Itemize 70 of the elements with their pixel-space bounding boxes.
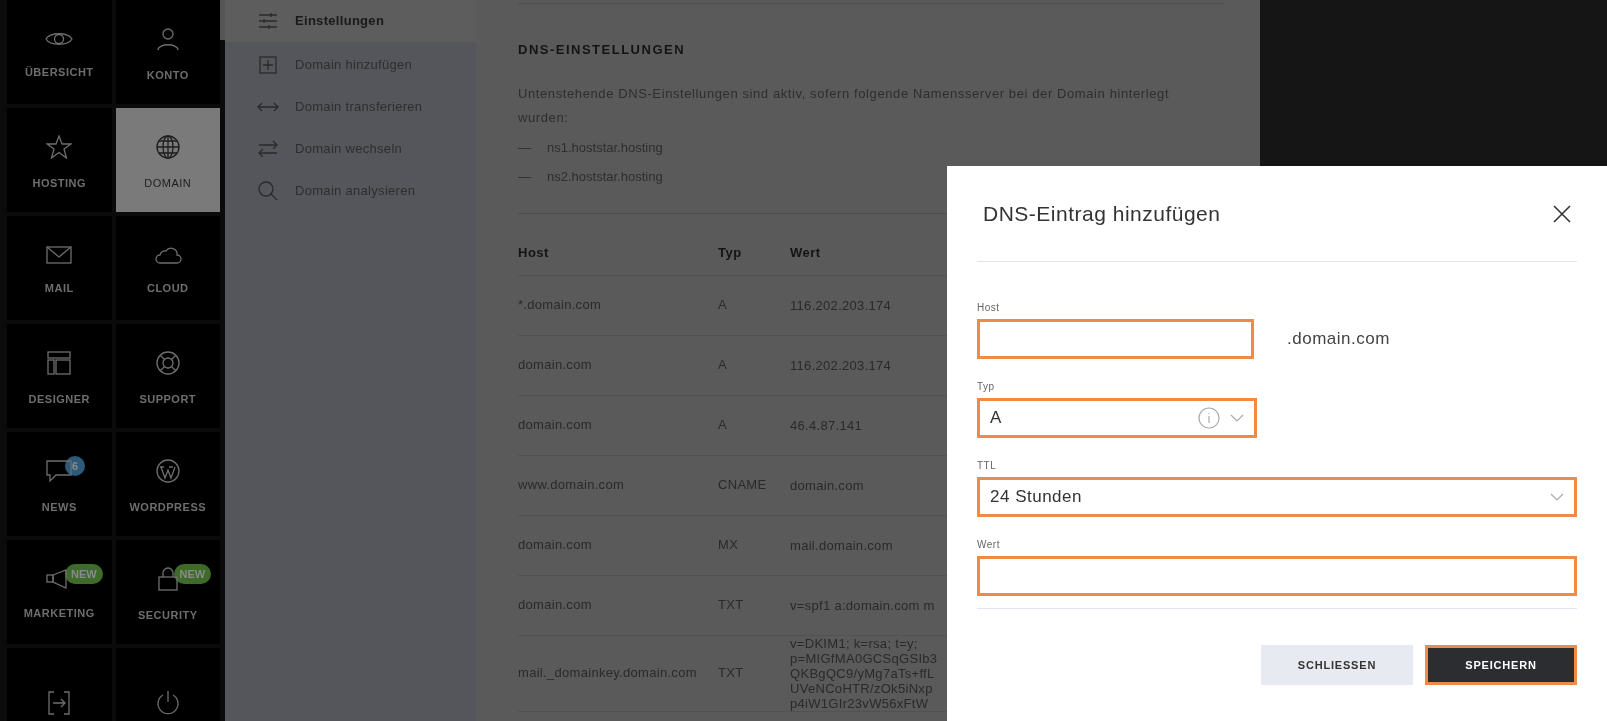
input-field[interactable] [977,319,1254,359]
tile-label: KONTO [146,67,189,83]
sidebar-tile[interactable]: SUPPORT [115,324,220,428]
submenu-item[interactable]: Einstellungen [225,0,476,42]
column-header: Wert [790,244,822,262]
field-label: Host [977,301,1001,315]
padlock-icon [157,566,178,591]
field-label: Typ [977,380,996,394]
layout-icon [47,350,72,375]
tile-label: SECURITY [137,607,198,623]
column-header: Typ [718,244,743,262]
field-label: TTL [977,459,998,473]
chevron-down-icon [1550,493,1564,501]
sidebar-tile[interactable]: DESIGNER [7,324,112,428]
tile-label: ÜBERSICHT [24,64,94,80]
save-button[interactable]: SPEICHERN [1425,645,1577,685]
close-button[interactable]: SCHLIESSEN [1261,645,1413,685]
close-icon[interactable] [1553,204,1571,223]
chevron-down-icon [1230,414,1244,422]
input-field[interactable] [977,556,1577,596]
field-label: Wert [977,538,1001,552]
sidebar-tile[interactable] [115,648,220,721]
dialog-title: DNS-Eintrag hinzufügen [982,200,1221,227]
domain-suffix: .domain.com [1287,328,1390,351]
tile-label: MAIL [44,280,74,296]
tile-label: DOMAIN [144,175,192,191]
sidebar-tile[interactable] [7,648,112,721]
dropdown-field[interactable]: A [977,398,1257,438]
tile-label: WORDPRESS [129,499,207,515]
power-icon [154,690,181,716]
swap-arrows-icon [257,140,279,158]
tile-label: CLOUD [146,280,189,296]
sidebar-tile[interactable]: NEW SECURITY [115,540,220,644]
envelope-icon [46,245,73,264]
dash-mark: — [518,138,531,157]
column-header: Host [518,244,550,262]
star-icon [46,134,73,159]
field-value: 24 Stunden [990,486,1083,509]
dash-mark: — [518,168,531,186]
sidebar-tile[interactable]: MAIL [7,216,112,320]
lifebuoy-icon [155,350,180,375]
dropdown-field[interactable]: 24 Stunden [977,477,1577,517]
tile-label: MARKETING [23,605,95,621]
section-heading: DNS-EINSTELLUNGEN [518,41,687,59]
badge: NEW [173,564,212,584]
sidebar-tile[interactable]: KONTO [115,0,220,104]
sidebar-tile[interactable]: CLOUD [115,216,220,320]
sidebar-tile[interactable]: ÜBERSICHT [7,0,112,104]
tile-label: HOSTING [32,175,87,191]
sidebar-tile[interactable]: DOMAIN [115,108,220,212]
sidebar-tile[interactable]: WORDPRESS [115,432,220,536]
sliders-icon [257,12,279,30]
person-icon [156,26,179,51]
tile-label: NEWS [41,499,77,515]
wordpress-icon [155,458,180,483]
tile-label: SUPPORT [139,391,197,407]
cloud-icon [153,245,182,264]
tile-label: DESIGNER [28,391,90,407]
double-arrow-icon [257,101,279,113]
plus-square-icon [257,56,279,74]
sidebar-tile[interactable]: 6 NEWS [7,432,112,536]
field-value: A [990,407,1003,430]
speech-bubble-icon [46,458,73,483]
sidebar-tile[interactable]: NEW MARKETING [7,540,112,644]
badge: NEW [65,564,103,584]
sidebar-tile[interactable]: HOSTING [7,108,112,212]
scrollbar-thumb[interactable] [220,0,225,40]
globe-icon [155,134,180,159]
logout-icon [48,691,71,715]
search-icon [257,181,279,201]
